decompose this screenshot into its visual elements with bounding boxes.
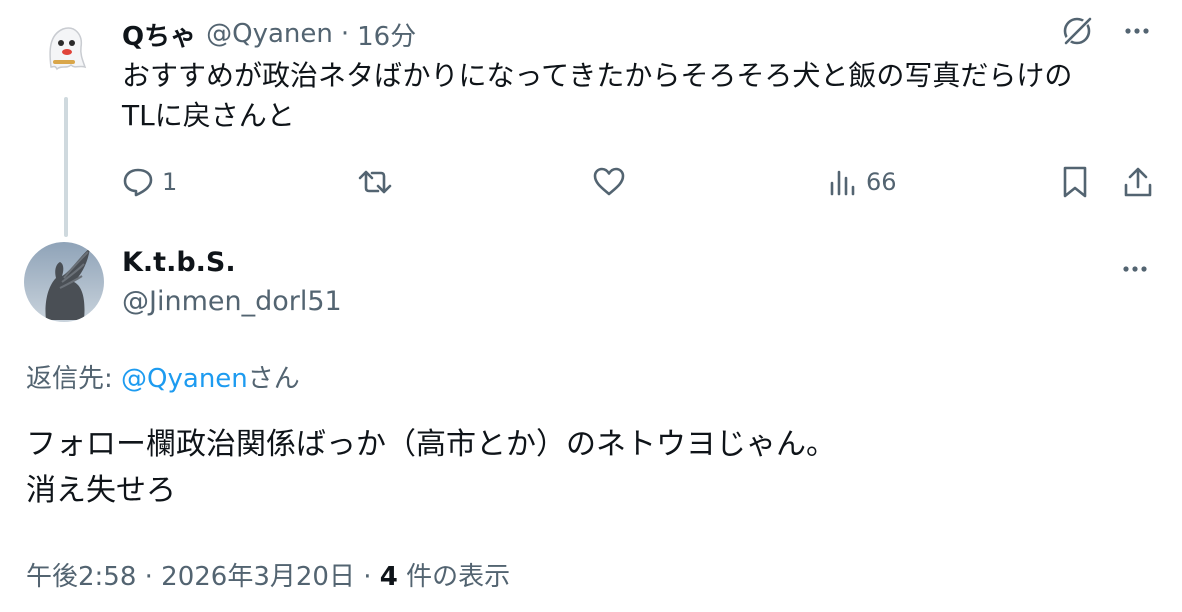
- avatar[interactable]: [24, 242, 104, 322]
- retweet-icon: [358, 170, 392, 194]
- separator: ·: [340, 19, 350, 49]
- mention-link[interactable]: @Qyanen: [121, 364, 248, 394]
- like-button[interactable]: [592, 160, 634, 204]
- reply-button[interactable]: 1: [122, 160, 177, 204]
- views-button[interactable]: 66: [828, 160, 897, 204]
- tweet-text-line: TLに戻さんと: [122, 99, 295, 132]
- tweet-meta: 午後2:58 · 2026年3月20日 · 4 件の表示: [26, 556, 510, 593]
- ghost-avatar-icon: [33, 13, 97, 77]
- more-icon[interactable]: [1118, 252, 1152, 286]
- share-icon: [1124, 167, 1152, 197]
- avatar[interactable]: [33, 13, 97, 77]
- parent-top-actions: [1060, 14, 1154, 48]
- retweet-button[interactable]: [358, 160, 400, 204]
- display-name[interactable]: Qちゃ: [122, 16, 196, 53]
- grok-icon[interactable]: [1060, 14, 1094, 48]
- tweet-text-line: おすすめが政治ネタばかりになってきたからそろそろ犬と飯の写真だらけの: [122, 59, 1073, 92]
- user-handle[interactable]: @Jinmen_dorl51: [122, 286, 342, 317]
- view-count: 4: [379, 562, 398, 592]
- user-handle[interactable]: @Qyanen: [206, 19, 333, 49]
- views-count: 66: [866, 168, 897, 196]
- reply-to-suffix: さん: [247, 364, 300, 394]
- tweet-text-line: フォロー欄政治関係ばっか（高市とか）のネトウヨじゃん。: [26, 427, 836, 462]
- replying-to: 返信先: @Qyanenさん: [26, 358, 300, 395]
- reply-tweet-text: フォロー欄政治関係ばっか（高市とか）のネトウヨじゃん。 消え失せろ: [26, 422, 1146, 514]
- bookmark-icon: [1063, 166, 1087, 198]
- heart-icon: [593, 167, 625, 196]
- views-icon: [830, 170, 855, 196]
- parent-tweet-header: Qちゃ @Qyanen · 16分: [122, 14, 416, 54]
- reply-to-label: 返信先:: [26, 364, 122, 394]
- more-icon[interactable]: [1120, 14, 1154, 48]
- bookmark-button[interactable]: [1060, 160, 1090, 204]
- timestamp[interactable]: 午後2:58 · 2026年3月20日 ·: [26, 562, 380, 592]
- tweet-time[interactable]: 16分: [357, 16, 416, 53]
- phoenix-statue-avatar-icon: [24, 242, 104, 322]
- parent-tweet-text: おすすめが政治ネタばかりになってきたからそろそろ犬と飯の写真だらけの TLに戻さ…: [122, 56, 1142, 136]
- display-name[interactable]: K.t.b.S.: [122, 247, 236, 278]
- view-label: 件の表示: [397, 562, 511, 592]
- share-button[interactable]: [1122, 160, 1154, 204]
- reply-count: 1: [162, 168, 178, 196]
- reply-icon: [123, 168, 153, 197]
- tweet-text-line: 消え失せろ: [26, 473, 176, 508]
- thread-connector-line: [64, 97, 68, 237]
- tweet-action-bar: 1 66: [122, 160, 1162, 204]
